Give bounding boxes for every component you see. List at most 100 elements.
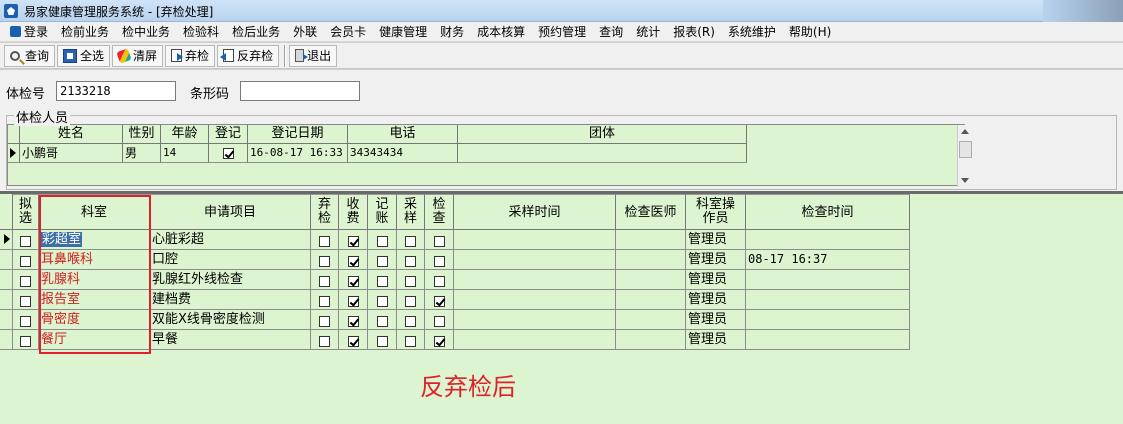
fee-cell[interactable]	[339, 230, 368, 250]
account-checkbox[interactable]	[376, 315, 388, 327]
fee-cell[interactable]	[339, 310, 368, 330]
menu-query[interactable]: 查询	[593, 23, 630, 40]
check-checkbox[interactable]	[433, 255, 445, 267]
item-cell[interactable]: 早餐	[150, 330, 311, 350]
check-cell[interactable]	[425, 230, 454, 250]
sample-checkbox[interactable]	[405, 315, 416, 327]
select-checkbox[interactable]	[20, 255, 31, 267]
check-checkbox[interactable]	[433, 275, 445, 287]
check-time-cell[interactable]	[746, 290, 910, 310]
sample-checkbox[interactable]	[405, 335, 416, 347]
select-cell[interactable]	[13, 250, 39, 270]
fee-checkbox[interactable]	[347, 255, 359, 267]
menu-health-mgmt[interactable]: 健康管理	[373, 23, 434, 40]
menu-pre-exam[interactable]: 检前业务	[55, 23, 116, 40]
discard-checkbox[interactable]	[319, 315, 330, 327]
select-checkbox[interactable]	[20, 235, 31, 247]
discard-cell[interactable]	[311, 310, 339, 330]
doctor-cell[interactable]	[616, 310, 686, 330]
check-cell[interactable]	[425, 290, 454, 310]
account-checkbox[interactable]	[376, 275, 388, 287]
check-cell[interactable]	[425, 310, 454, 330]
sample-time-cell[interactable]	[454, 310, 616, 330]
sample-cell[interactable]	[397, 270, 425, 290]
col-name[interactable]: 姓名	[20, 125, 123, 144]
dept-cell[interactable]: 骨密度	[39, 310, 150, 330]
table-row[interactable]: 彩超室 心脏彩超 管理员	[0, 230, 910, 250]
col-sample[interactable]: 采 样	[397, 194, 425, 230]
fee-checkbox[interactable]	[347, 295, 359, 307]
person-group[interactable]	[458, 144, 747, 163]
col-operator[interactable]: 科室操 作员	[686, 194, 746, 230]
fee-checkbox[interactable]	[347, 315, 359, 327]
select-cell[interactable]	[13, 290, 39, 310]
item-cell[interactable]: 双能X线骨密度检测	[150, 310, 311, 330]
sample-cell[interactable]	[397, 290, 425, 310]
fee-cell[interactable]	[339, 250, 368, 270]
col-phone[interactable]: 电话	[348, 125, 458, 144]
check-cell[interactable]	[425, 330, 454, 350]
account-checkbox[interactable]	[376, 235, 388, 247]
registered-checkbox[interactable]	[222, 147, 234, 159]
doctor-cell[interactable]	[616, 270, 686, 290]
check-checkbox[interactable]	[433, 235, 445, 247]
menu-login[interactable]: 登录	[6, 23, 55, 40]
check-checkbox[interactable]	[433, 315, 445, 327]
table-row[interactable]: 乳腺科 乳腺红外线检查 管理员	[0, 270, 910, 290]
dept-cell[interactable]: 耳鼻喉科	[39, 250, 150, 270]
sample-cell[interactable]	[397, 330, 425, 350]
menu-lab[interactable]: 检验科	[177, 23, 226, 40]
sample-time-cell[interactable]	[454, 270, 616, 290]
fee-checkbox[interactable]	[347, 275, 359, 287]
discard-checkbox[interactable]	[319, 335, 330, 347]
check-checkbox[interactable]	[433, 295, 445, 307]
person-reg-date[interactable]: 16-08-17 16:33	[248, 144, 348, 163]
persons-scrollbar[interactable]	[957, 125, 973, 187]
col-age[interactable]: 年龄	[161, 125, 209, 144]
doctor-cell[interactable]	[616, 330, 686, 350]
sample-cell[interactable]	[397, 250, 425, 270]
person-phone[interactable]: 34343434	[348, 144, 458, 163]
sample-checkbox[interactable]	[405, 295, 416, 307]
fee-checkbox[interactable]	[347, 235, 359, 247]
select-checkbox[interactable]	[20, 295, 31, 307]
doctor-cell[interactable]	[616, 230, 686, 250]
operator-cell[interactable]: 管理员	[686, 270, 746, 290]
col-discard[interactable]: 弃 检	[311, 194, 339, 230]
select-cell[interactable]	[13, 310, 39, 330]
discard-cell[interactable]	[311, 330, 339, 350]
menu-post-exam[interactable]: 检后业务	[226, 23, 287, 40]
menu-finance[interactable]: 财务	[434, 23, 471, 40]
select-cell[interactable]	[13, 330, 39, 350]
account-cell[interactable]	[368, 270, 397, 290]
clear-button[interactable]: 清屏	[112, 44, 164, 67]
item-cell[interactable]: 口腔	[150, 250, 311, 270]
discard-checkbox[interactable]	[319, 255, 330, 267]
check-time-cell[interactable]	[746, 270, 910, 290]
col-check[interactable]: 检 查	[425, 194, 454, 230]
table-row[interactable]: 报告室 建档费 管理员	[0, 290, 910, 310]
check-time-cell[interactable]: 08-17 16:37	[746, 250, 910, 270]
exam-no-input[interactable]	[56, 81, 176, 101]
operator-cell[interactable]: 管理员	[686, 230, 746, 250]
sample-cell[interactable]	[397, 310, 425, 330]
col-check-time[interactable]: 检查时间	[746, 194, 910, 230]
check-time-cell[interactable]	[746, 330, 910, 350]
sample-time-cell[interactable]	[454, 290, 616, 310]
title-bar-controls[interactable]	[1043, 0, 1123, 22]
col-fee[interactable]: 收 费	[339, 194, 368, 230]
select-checkbox[interactable]	[20, 315, 31, 327]
query-button[interactable]: 查询	[4, 44, 56, 67]
menu-reports[interactable]: 报表(R)	[667, 23, 722, 40]
check-cell[interactable]	[425, 270, 454, 290]
table-row[interactable]: 餐厅 早餐 管理员	[0, 330, 910, 350]
undo-discard-button[interactable]: 反弃检	[217, 44, 280, 67]
select-cell[interactable]	[13, 230, 39, 250]
discard-cell[interactable]	[311, 230, 339, 250]
check-time-cell[interactable]	[746, 310, 910, 330]
col-sample-time[interactable]: 采样时间	[454, 194, 616, 230]
operator-cell[interactable]: 管理员	[686, 290, 746, 310]
person-registered-cell[interactable]	[209, 144, 248, 163]
dept-cell[interactable]: 餐厅	[39, 330, 150, 350]
operator-cell[interactable]: 管理员	[686, 330, 746, 350]
